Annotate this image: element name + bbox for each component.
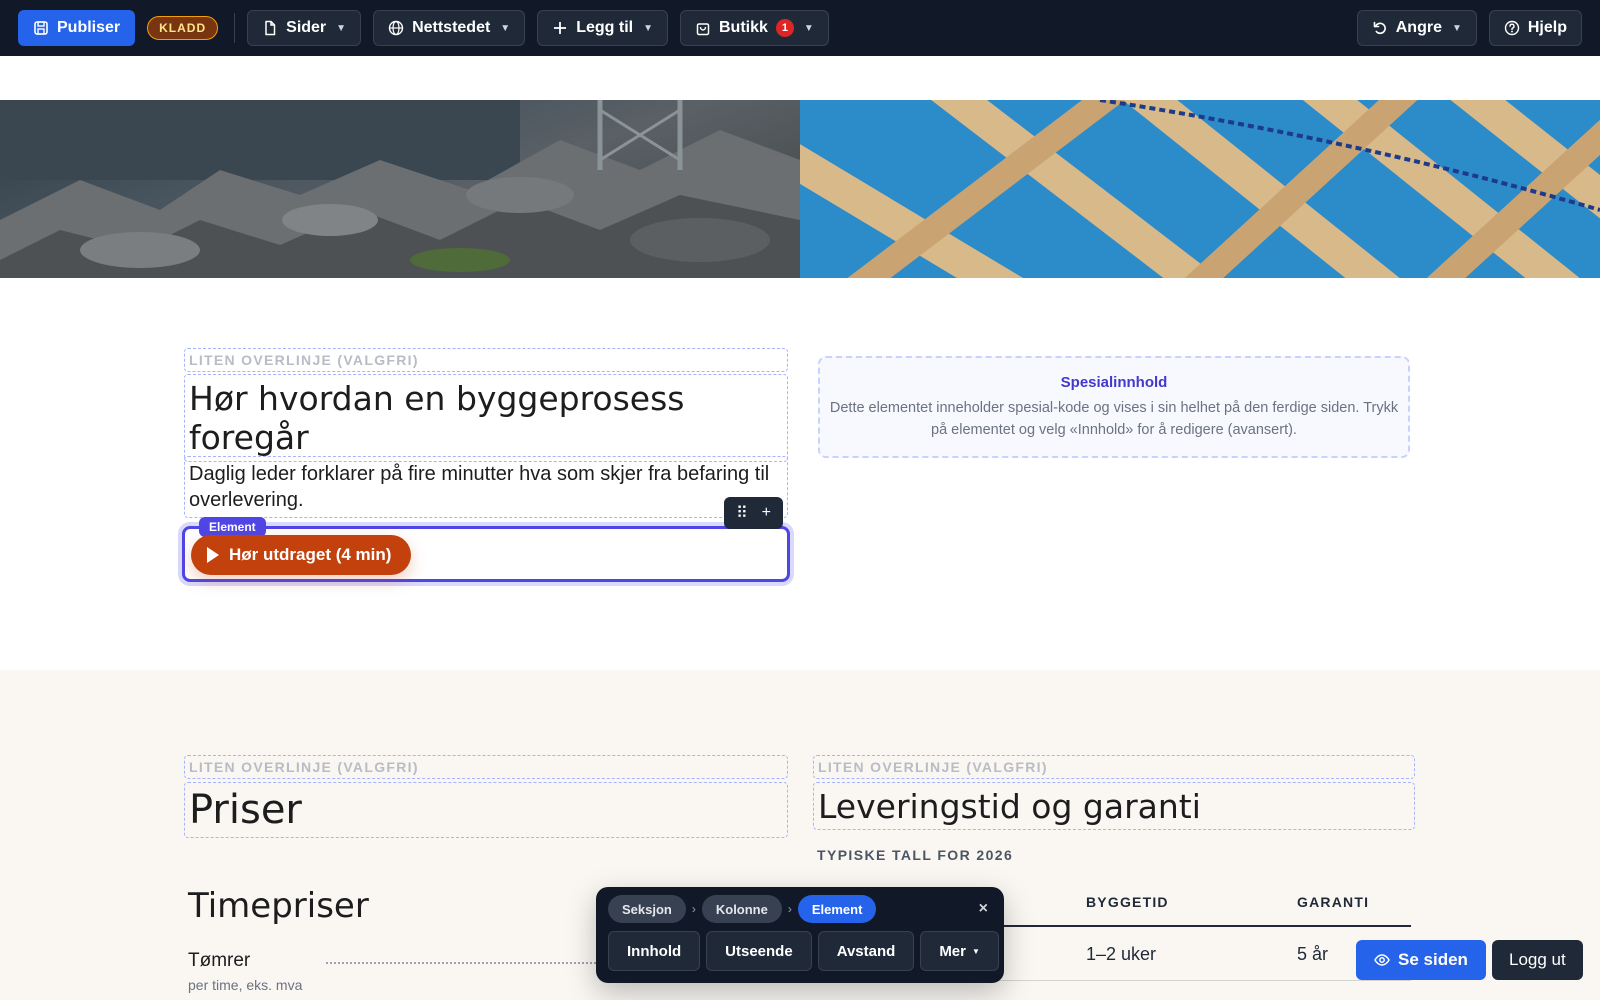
- crumb-column[interactable]: Kolonne: [701, 895, 782, 923]
- publish-label: Publiser: [57, 19, 121, 36]
- editor-toolbar: Publiser KLADD Sider ▼ Nettstedet ▼ Legg…: [0, 0, 1600, 56]
- spacing-button[interactable]: Avstand: [817, 931, 915, 971]
- chevron-down-icon: ▼: [803, 22, 814, 34]
- appearance-button[interactable]: Utseende: [706, 931, 812, 971]
- add-menu-button[interactable]: Legg til ▼: [537, 10, 668, 46]
- prices-heading[interactable]: Priser: [184, 782, 788, 838]
- chevron-right-icon: ›: [691, 902, 696, 916]
- previous-section-edge: [0, 56, 1600, 100]
- drag-handle-icon[interactable]: ⠿: [736, 503, 748, 523]
- eye-icon: [1374, 954, 1390, 966]
- site-menu-button[interactable]: Nettstedet ▼: [373, 10, 526, 46]
- shop-menu-button[interactable]: Butikk 1 ▼: [680, 10, 829, 46]
- more-button[interactable]: Mer ▼: [920, 931, 999, 971]
- delivery-overline[interactable]: LITEN OVERLINJE (VALGFRI): [813, 755, 1415, 779]
- toolbar-right-group: Angre ▼ Hjelp: [1356, 10, 1582, 46]
- table-cell-warranty: 5 år: [1297, 944, 1329, 964]
- hero-image-rocks: [0, 100, 800, 278]
- undo-label: Angre: [1395, 19, 1442, 36]
- shop-count-badge: 1: [775, 19, 794, 37]
- add-label: Legg til: [576, 19, 634, 36]
- page-icon: [265, 20, 276, 36]
- plus-icon: [554, 22, 567, 34]
- play-icon: [207, 547, 219, 563]
- more-label: Mer: [939, 942, 966, 960]
- add-element-icon[interactable]: +: [762, 504, 771, 522]
- special-content-description: Dette elementet inneholder spesial-kode …: [829, 400, 1399, 438]
- editor-actions: Innhold Utseende Avstand Mer ▼: [608, 931, 999, 971]
- selected-element-frame[interactable]: Element ⠿ + Hør utdraget (4 min): [182, 497, 790, 582]
- table-cell-build-time: 1–2 uker: [1086, 944, 1157, 964]
- chevron-down-icon: ▼: [1451, 22, 1462, 34]
- play-audio-label: Hør utdraget (4 min): [229, 545, 392, 564]
- help-button[interactable]: Hjelp: [1488, 10, 1582, 46]
- price-item-note: per time, eks. mva: [188, 977, 303, 993]
- shopping-bag-icon: [696, 23, 710, 36]
- hourly-prices-heading: Timepriser: [188, 886, 369, 926]
- crumb-element[interactable]: Element: [797, 895, 877, 923]
- section-heading[interactable]: Hør hvordan en byggeprosess foregår: [184, 374, 788, 462]
- section-overline[interactable]: LITEN OVERLINJE (VALGFRI): [184, 348, 788, 372]
- pages-label: Sider: [286, 19, 327, 36]
- element-editor-bar: Seksjon › Kolonne › Element × Innhold Ut…: [596, 887, 1004, 983]
- content-button[interactable]: Innhold: [608, 931, 701, 971]
- logout-button[interactable]: Logg ut: [1492, 940, 1583, 980]
- play-audio-button[interactable]: Hør utdraget (4 min): [191, 535, 412, 575]
- special-content-placeholder[interactable]: Spesialinnhold Dette elementet inneholde…: [818, 356, 1410, 458]
- price-leader-dots: [326, 962, 596, 964]
- audio-section: LITEN OVERLINJE (VALGFRI) Hør hvordan en…: [0, 278, 1600, 670]
- hero-image-roof-trusses: [800, 100, 1600, 278]
- chevron-down-icon: ▼: [500, 22, 511, 34]
- delivery-heading[interactable]: Leveringstid og garanti: [813, 782, 1415, 830]
- column-header-build-time: BYGGETID: [1086, 894, 1169, 910]
- help-icon: [1504, 20, 1520, 36]
- save-icon: [34, 21, 48, 35]
- draft-badge: KLADD: [147, 16, 219, 40]
- toolbar-divider: [234, 13, 236, 43]
- shop-label: Butikk: [719, 19, 768, 36]
- undo-icon: [1373, 21, 1386, 35]
- chevron-right-icon: ›: [787, 902, 792, 916]
- price-item-label: Tømrer: [188, 950, 251, 971]
- prices-overline[interactable]: LITEN OVERLINJE (VALGFRI): [184, 755, 788, 779]
- help-label: Hjelp: [1527, 19, 1567, 36]
- column-header-warranty: GARANTI: [1297, 894, 1370, 910]
- chevron-down-icon: ▼: [336, 22, 347, 34]
- chevron-down-icon: ▼: [972, 946, 980, 956]
- timber-truss-illustration: [800, 100, 1600, 278]
- selection-breadcrumb: Seksjon › Kolonne › Element ×: [608, 887, 992, 931]
- close-icon[interactable]: ×: [979, 900, 992, 918]
- site-label: Nettstedet: [412, 19, 491, 36]
- view-site-button[interactable]: Se siden: [1356, 940, 1486, 980]
- rocky-shore-illustration: [0, 100, 800, 278]
- section-lead-text[interactable]: Daglig leder forklarer på fire minutter …: [184, 456, 788, 518]
- pages-menu-button[interactable]: Sider ▼: [247, 10, 362, 46]
- selected-element-tag: Element: [199, 517, 266, 537]
- view-site-label: Se siden: [1398, 950, 1468, 969]
- publish-button[interactable]: Publiser: [18, 10, 136, 46]
- chevron-down-icon: ▼: [643, 22, 653, 34]
- globe-icon: [388, 20, 404, 36]
- delivery-subheading: TYPISKE TALL FOR 2026: [817, 847, 1014, 863]
- element-quick-tools: ⠿ +: [723, 497, 783, 529]
- crumb-section[interactable]: Seksjon: [608, 895, 686, 923]
- special-content-title: Spesialinnhold: [1060, 374, 1168, 391]
- undo-button[interactable]: Angre ▼: [1356, 10, 1477, 46]
